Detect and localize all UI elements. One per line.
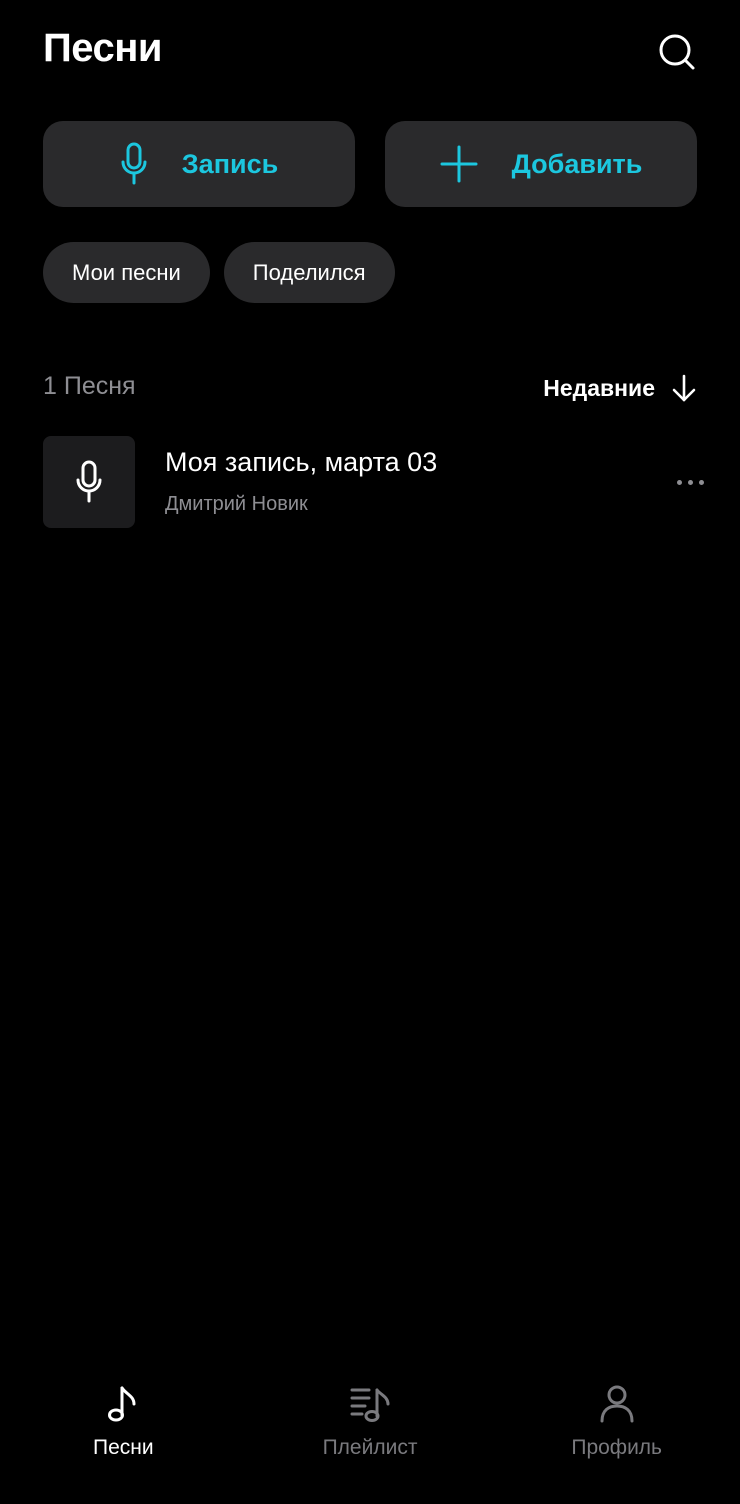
search-button[interactable] (657, 32, 697, 72)
song-artist: Дмитрий Новик (165, 493, 308, 515)
list-item[interactable]: Моя запись, марта 03 Дмитрий Новик (43, 436, 710, 528)
filter-chips: Мои песни Поделился (43, 242, 395, 303)
song-title: Моя запись, марта 03 (165, 447, 438, 477)
sort-button[interactable]: Недавние (543, 366, 697, 410)
tab-songs[interactable]: Песни (0, 1380, 247, 1480)
song-thumbnail (43, 436, 135, 528)
tab-playlist[interactable]: Плейлист (247, 1380, 494, 1480)
filter-chip-my-songs[interactable]: Мои песни (43, 242, 210, 303)
tab-profile[interactable]: Профиль (493, 1380, 740, 1480)
action-buttons: Запись Добавить (43, 121, 697, 207)
microphone-icon (76, 460, 102, 503)
playlist-icon (349, 1380, 391, 1428)
bottom-tab-bar: Песни Плейлист Профиль (0, 1380, 740, 1480)
search-icon (659, 34, 695, 70)
page-title: Песни (43, 26, 162, 70)
sort-label: Недавние (543, 374, 655, 401)
tab-label: Профиль (571, 1436, 662, 1459)
more-options-button[interactable] (670, 466, 710, 498)
more-dots-icon (676, 479, 682, 485)
music-note-icon (106, 1380, 140, 1428)
arrow-down-icon (672, 374, 696, 402)
microphone-icon (120, 142, 148, 186)
person-icon (599, 1380, 635, 1428)
plus-icon (440, 145, 478, 183)
header: Песни (43, 20, 697, 80)
tab-label: Песни (93, 1436, 154, 1459)
add-button[interactable]: Добавить (385, 121, 697, 207)
record-button-label: Запись (181, 148, 279, 179)
record-button[interactable]: Запись (43, 121, 355, 207)
list-meta: 1 Песня Недавние (43, 366, 697, 410)
filter-chip-shared[interactable]: Поделился (223, 242, 395, 303)
add-button-label: Добавить (511, 148, 643, 179)
tab-label: Плейлист (322, 1436, 418, 1459)
song-count: 1 Песня (43, 372, 136, 400)
